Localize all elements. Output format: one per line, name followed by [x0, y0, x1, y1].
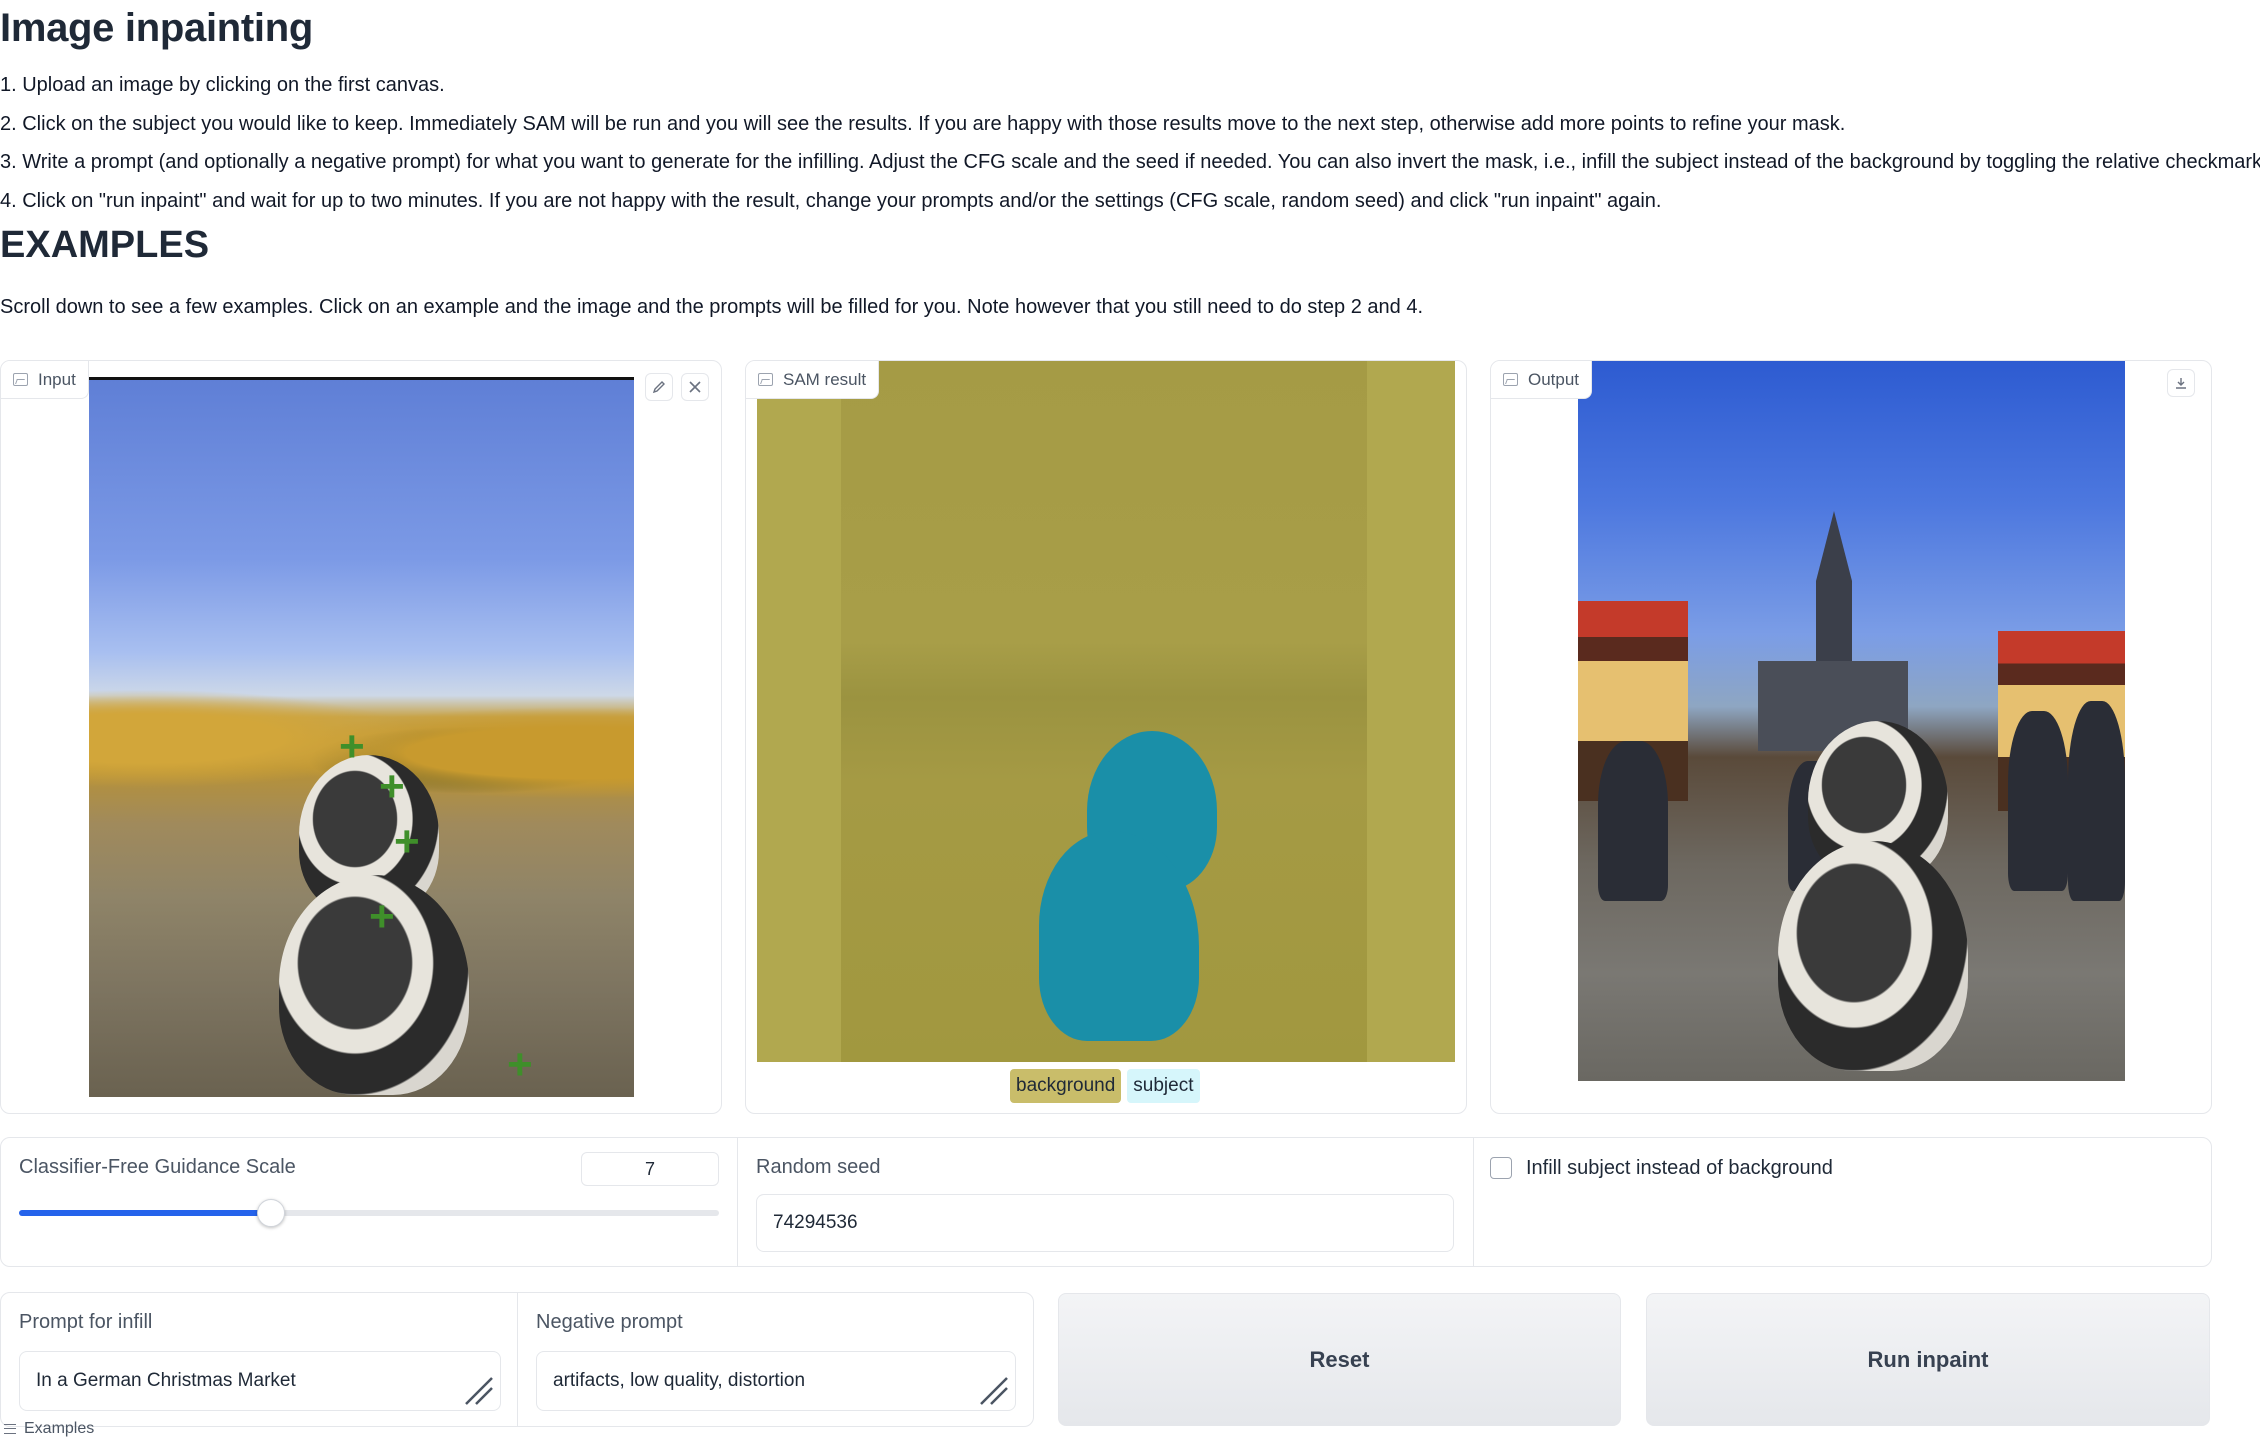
negative-prompt-label: Negative prompt — [536, 1311, 683, 1333]
edit-button[interactable] — [645, 373, 673, 401]
input-label: Input — [1, 361, 89, 399]
legend-background: background — [1010, 1069, 1122, 1103]
download-icon — [2176, 378, 2186, 389]
output-label: Output — [1491, 361, 1593, 399]
instruction-step-1: 1. Upload an image by clicking on the fi… — [0, 74, 445, 96]
sam-result-image — [757, 361, 1455, 1062]
pencil-icon — [652, 381, 665, 394]
examples-heading: EXAMPLES — [0, 224, 210, 266]
image-icon — [758, 373, 773, 386]
negative-prompt-input-text: artifacts, low quality, distortion — [553, 1370, 806, 1391]
point-marker[interactable]: + — [369, 895, 395, 939]
reset-button[interactable]: Reset — [1058, 1293, 1621, 1426]
examples-label: Examples — [24, 1420, 95, 1437]
input-image[interactable]: + + + + + — [89, 377, 634, 1097]
output-image-panel: Output — [1490, 360, 2212, 1114]
clear-button[interactable] — [681, 373, 709, 401]
page-title: Image inpainting — [0, 6, 313, 50]
random-seed-input[interactable]: 74294536 — [756, 1194, 1454, 1252]
input-label-text: Input — [38, 369, 76, 389]
invert-mask-label: Infill subject instead of background — [1526, 1157, 1833, 1179]
image-icon — [13, 373, 28, 386]
cfg-scale-slider-fill — [19, 1210, 271, 1216]
negative-prompt-input[interactable]: artifacts, low quality, distortion — [536, 1351, 1016, 1411]
output-image-dog — [1768, 721, 1968, 1071]
prompt-block: Prompt for infill In a German Christmas … — [0, 1292, 518, 1427]
point-marker[interactable]: + — [339, 725, 365, 769]
cfg-scale-block: Classifier-Free Guidance Scale 7 — [0, 1137, 738, 1267]
prompt-input-text: In a German Christmas Market — [36, 1370, 296, 1391]
point-marker[interactable]: + — [379, 765, 405, 809]
sam-result-panel: SAM result background subject — [745, 360, 1467, 1114]
cfg-scale-label: Classifier-Free Guidance Scale — [19, 1156, 296, 1178]
resize-handle-icon[interactable] — [977, 1374, 1009, 1406]
instruction-step-3: 3. Write a prompt (and optionally a nega… — [0, 151, 2260, 174]
list-icon — [4, 1424, 16, 1434]
cfg-scale-slider-thumb[interactable] — [257, 1199, 285, 1227]
random-seed-label: Random seed — [756, 1156, 881, 1178]
instructions: 1. Upload an image by clicking on the fi… — [0, 66, 2260, 220]
prompt-input[interactable]: In a German Christmas Market — [19, 1351, 501, 1411]
examples-section-header[interactable]: Examples — [4, 1420, 94, 1438]
negative-prompt-block: Negative prompt artifacts, low quality, … — [517, 1292, 1034, 1427]
instruction-step-2: 2. Click on the subject you would like t… — [0, 112, 1846, 135]
invert-mask-checkbox[interactable] — [1490, 1157, 1512, 1179]
output-image — [1578, 361, 2125, 1081]
resize-handle-icon[interactable] — [462, 1374, 494, 1406]
sam-label: SAM result — [746, 361, 880, 399]
input-image-panel[interactable]: Input + + + + + — [0, 360, 722, 1114]
point-marker[interactable]: + — [394, 820, 420, 864]
sam-label-text: SAM result — [783, 369, 867, 389]
random-seed-block: Random seed 74294536 — [737, 1137, 1474, 1267]
sam-legend: background subject — [1010, 1069, 1200, 1103]
run-inpaint-button[interactable]: Run inpaint — [1646, 1293, 2210, 1426]
output-label-text: Output — [1528, 369, 1580, 389]
prompt-label: Prompt for infill — [19, 1311, 153, 1333]
image-icon — [1503, 373, 1518, 386]
examples-note: Scroll down to see a few examples. Click… — [0, 296, 1424, 318]
cfg-scale-number-input[interactable]: 7 — [581, 1152, 719, 1186]
close-icon — [689, 381, 701, 393]
invert-mask-block: Infill subject instead of background — [1473, 1137, 2212, 1267]
legend-subject: subject — [1127, 1069, 1200, 1103]
download-button[interactable] — [2167, 369, 2195, 397]
instruction-step-4: 4. Click on "run inpaint" and wait for u… — [0, 189, 1662, 212]
point-marker[interactable]: + — [507, 1043, 533, 1087]
